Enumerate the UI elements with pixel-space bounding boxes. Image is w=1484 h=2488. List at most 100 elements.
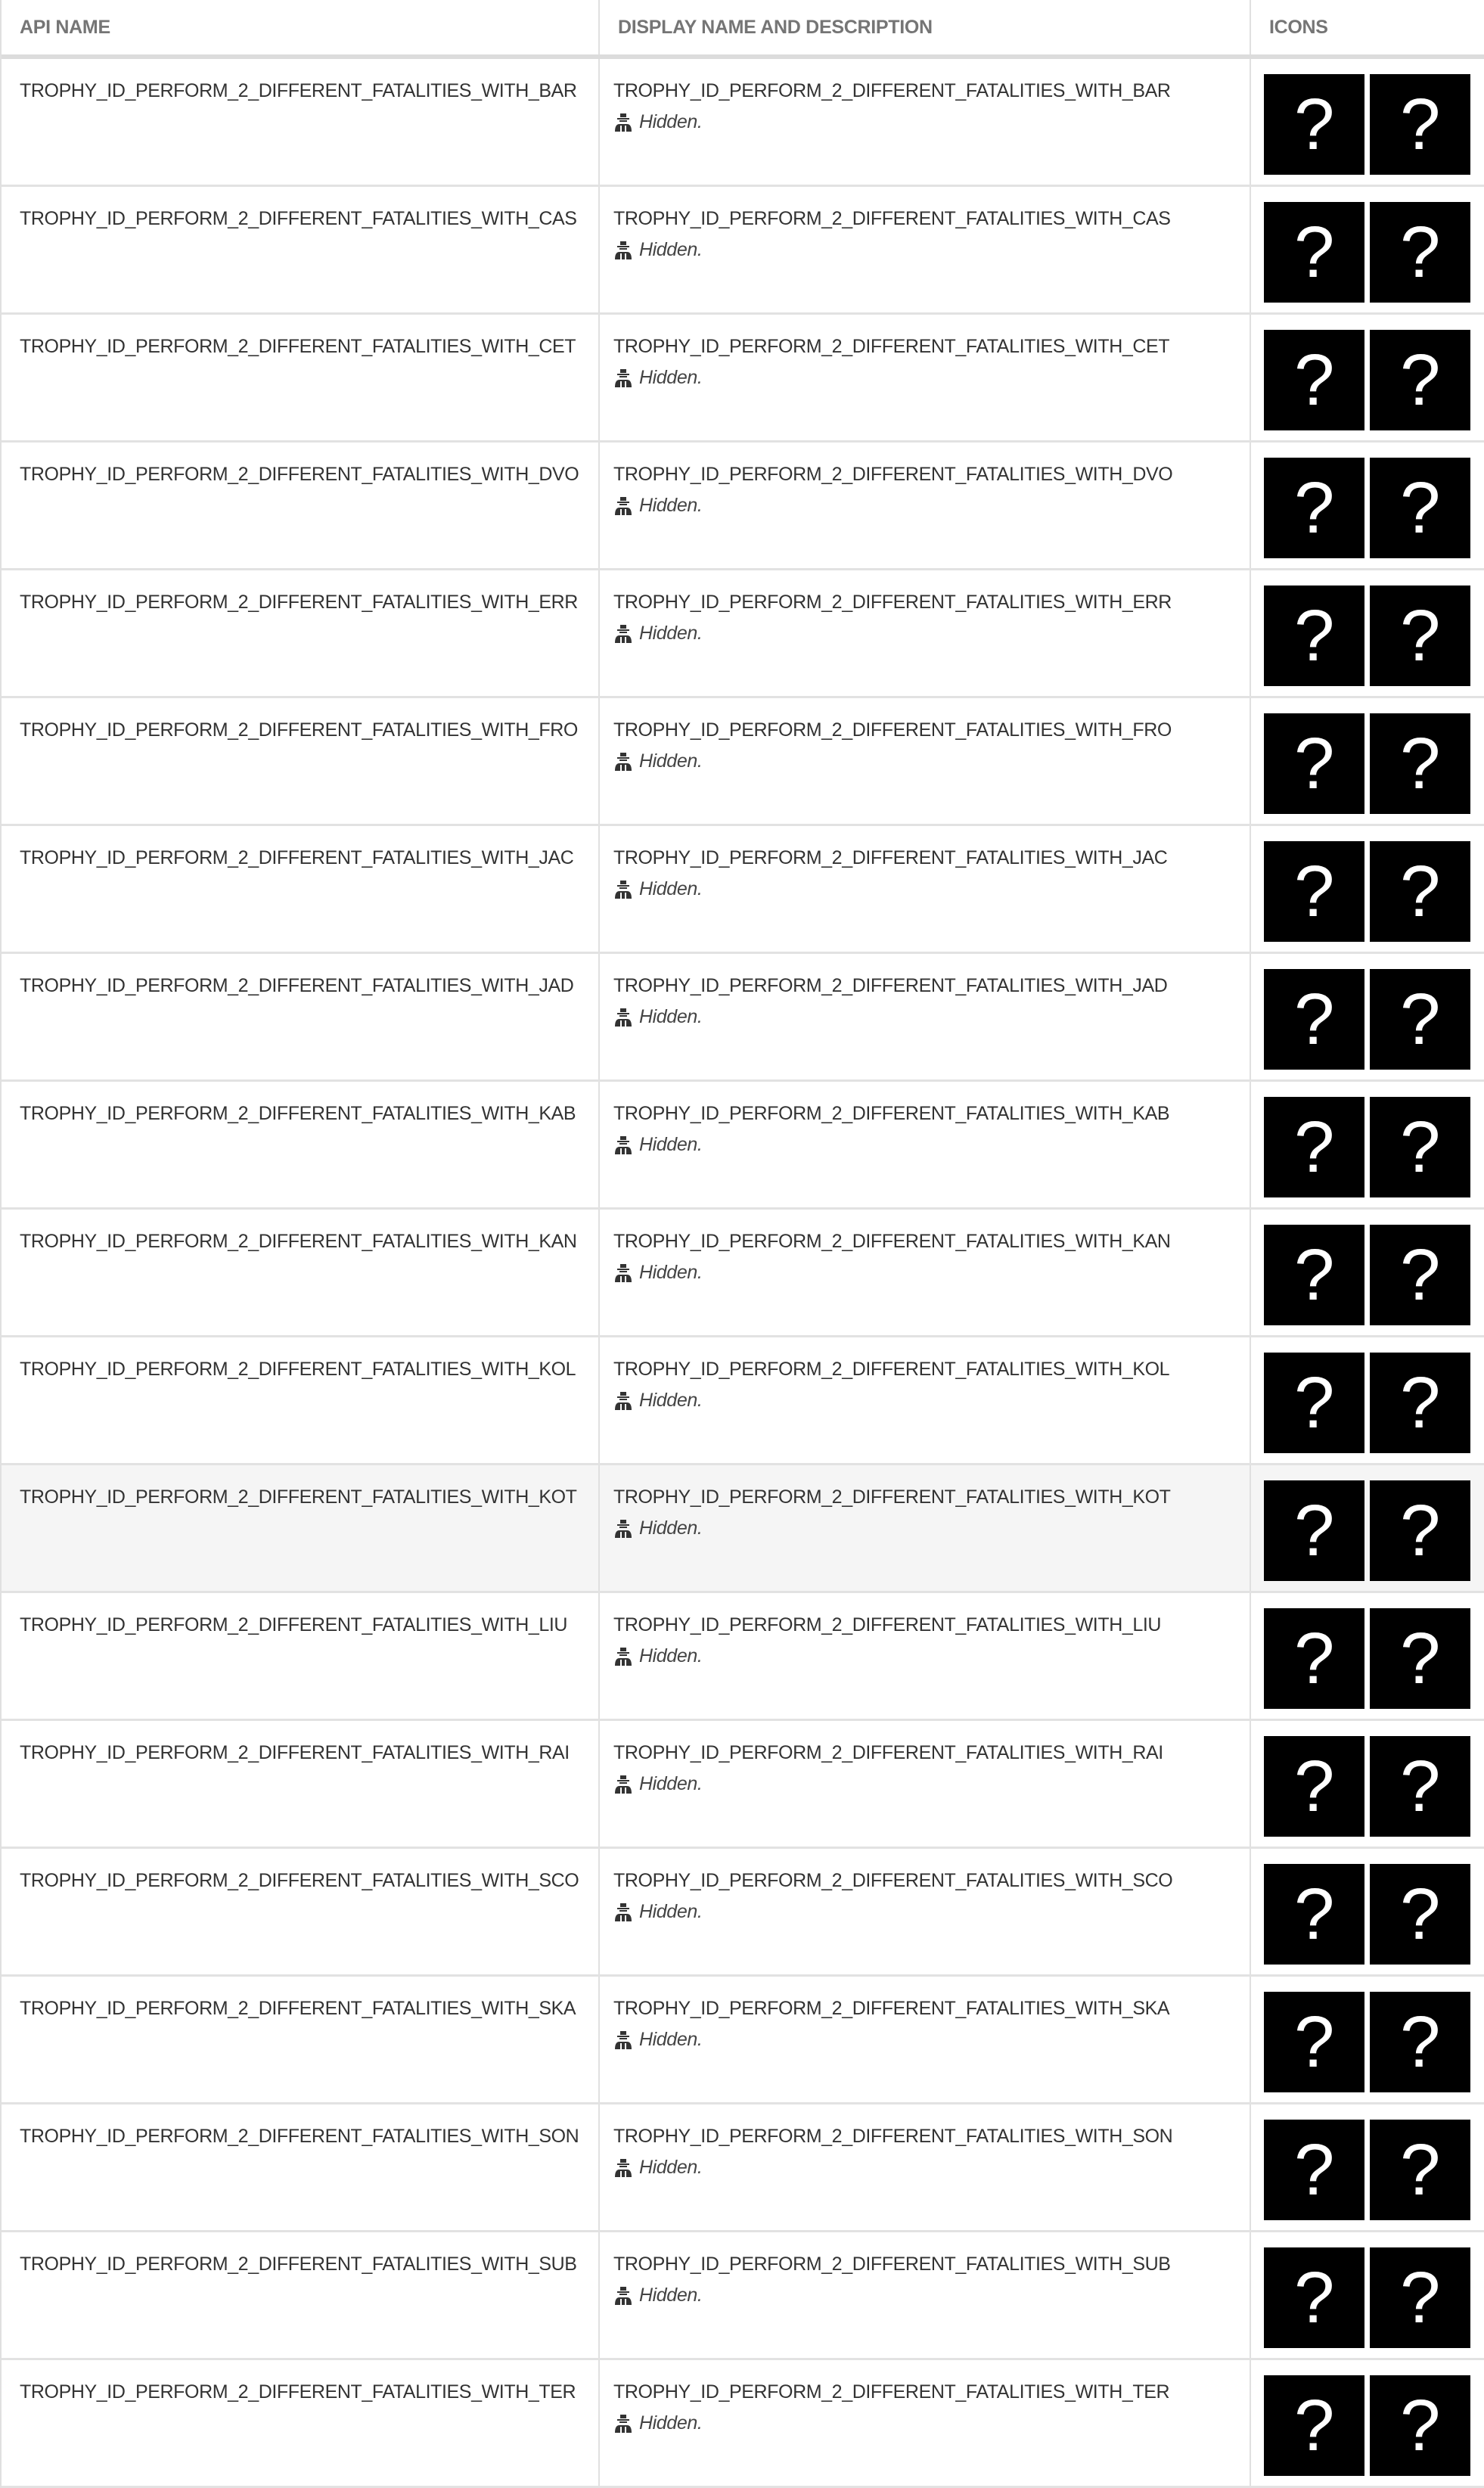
locked-icon-placeholder[interactable]: ? bbox=[1370, 2375, 1470, 2476]
user-secret-icon bbox=[615, 113, 632, 132]
locked-icon-placeholder[interactable]: ? bbox=[1370, 586, 1470, 686]
unlocked-icon-placeholder[interactable]: ? bbox=[1264, 458, 1364, 558]
locked-icon-placeholder[interactable]: ? bbox=[1370, 1225, 1470, 1325]
description: Hidden. bbox=[613, 111, 1250, 133]
locked-icon-placeholder[interactable]: ? bbox=[1370, 1480, 1470, 1581]
unlocked-icon-placeholder[interactable]: ? bbox=[1264, 841, 1364, 942]
locked-icon-placeholder[interactable]: ? bbox=[1370, 330, 1470, 430]
unlocked-icon-placeholder[interactable]: ? bbox=[1264, 2247, 1364, 2348]
api-name-cell: TROPHY_ID_PERFORM_2_DIFFERENT_FATALITIES… bbox=[2, 2360, 600, 2486]
user-secret-icon bbox=[615, 241, 632, 259]
locked-icon-placeholder[interactable]: ? bbox=[1370, 458, 1470, 558]
user-secret-icon bbox=[615, 1263, 632, 1282]
user-secret-icon bbox=[615, 1135, 632, 1154]
display-name: TROPHY_ID_PERFORM_2_DIFFERENT_FATALITIES… bbox=[613, 464, 1173, 485]
unlocked-icon-placeholder[interactable]: ? bbox=[1264, 1864, 1364, 1965]
locked-icon-placeholder[interactable]: ? bbox=[1370, 969, 1470, 1070]
unlocked-icon-placeholder[interactable]: ? bbox=[1264, 202, 1364, 303]
locked-icon-placeholder[interactable]: ? bbox=[1370, 1353, 1470, 1453]
description-text: Hidden. bbox=[639, 239, 703, 260]
api-name-cell: TROPHY_ID_PERFORM_2_DIFFERENT_FATALITIES… bbox=[2, 954, 600, 1079]
api-name: TROPHY_ID_PERFORM_2_DIFFERENT_FATALITIES… bbox=[20, 1231, 577, 1252]
display-cell: TROPHY_ID_PERFORM_2_DIFFERENT_FATALITIES… bbox=[600, 443, 1251, 568]
description: Hidden. bbox=[613, 1262, 1250, 1284]
locked-icon-placeholder[interactable]: ? bbox=[1370, 2247, 1470, 2348]
question-mark-icon: ? bbox=[1294, 595, 1334, 676]
unlocked-icon-placeholder[interactable]: ? bbox=[1264, 74, 1364, 175]
unlocked-icon-placeholder[interactable]: ? bbox=[1264, 2120, 1364, 2220]
question-mark-icon: ? bbox=[1294, 978, 1334, 1060]
icons-cell: ? ? bbox=[1251, 1337, 1484, 1463]
locked-icon-placeholder[interactable]: ? bbox=[1370, 74, 1470, 175]
api-name: TROPHY_ID_PERFORM_2_DIFFERENT_FATALITIES… bbox=[20, 1998, 576, 2019]
unlocked-icon-placeholder[interactable]: ? bbox=[1264, 1225, 1364, 1325]
unlocked-icon-placeholder[interactable]: ? bbox=[1264, 1097, 1364, 1197]
display-cell: TROPHY_ID_PERFORM_2_DIFFERENT_FATALITIES… bbox=[600, 698, 1251, 824]
unlocked-icon-placeholder[interactable]: ? bbox=[1264, 1992, 1364, 2092]
unlocked-icon-placeholder[interactable]: ? bbox=[1264, 1608, 1364, 1709]
display-cell: TROPHY_ID_PERFORM_2_DIFFERENT_FATALITIES… bbox=[600, 2360, 1251, 2486]
unlocked-icon-placeholder[interactable]: ? bbox=[1264, 1353, 1364, 1453]
api-name: TROPHY_ID_PERFORM_2_DIFFERENT_FATALITIES… bbox=[20, 2126, 579, 2147]
table-row: TROPHY_ID_PERFORM_2_DIFFERENT_FATALITIES… bbox=[2, 1337, 1484, 1465]
question-mark-icon: ? bbox=[1294, 1362, 1334, 1443]
locked-icon-placeholder[interactable]: ? bbox=[1370, 713, 1470, 814]
api-name-cell: TROPHY_ID_PERFORM_2_DIFFERENT_FATALITIES… bbox=[2, 1465, 600, 1591]
display-name: TROPHY_ID_PERFORM_2_DIFFERENT_FATALITIES… bbox=[613, 1742, 1163, 1763]
user-secret-icon bbox=[615, 2030, 632, 2049]
locked-icon-placeholder[interactable]: ? bbox=[1370, 202, 1470, 303]
display-name: TROPHY_ID_PERFORM_2_DIFFERENT_FATALITIES… bbox=[613, 847, 1168, 868]
api-name-cell: TROPHY_ID_PERFORM_2_DIFFERENT_FATALITIES… bbox=[2, 1593, 600, 1719]
unlocked-icon-placeholder[interactable]: ? bbox=[1264, 330, 1364, 430]
api-name-cell: TROPHY_ID_PERFORM_2_DIFFERENT_FATALITIES… bbox=[2, 1977, 600, 2102]
unlocked-icon-placeholder[interactable]: ? bbox=[1264, 1480, 1364, 1581]
user-secret-icon bbox=[615, 1008, 632, 1027]
description-text: Hidden. bbox=[639, 1901, 703, 1922]
table-row: TROPHY_ID_PERFORM_2_DIFFERENT_FATALITIES… bbox=[2, 1849, 1484, 1977]
display-name: TROPHY_ID_PERFORM_2_DIFFERENT_FATALITIES… bbox=[613, 975, 1168, 996]
question-mark-icon: ? bbox=[1294, 722, 1334, 804]
question-mark-icon: ? bbox=[1294, 1234, 1334, 1315]
display-cell: TROPHY_ID_PERFORM_2_DIFFERENT_FATALITIES… bbox=[600, 1210, 1251, 1335]
header-display-name[interactable]: DISPLAY NAME AND DESCRIPTION bbox=[600, 0, 1251, 54]
icons-cell: ? ? bbox=[1251, 187, 1484, 312]
table-row: TROPHY_ID_PERFORM_2_DIFFERENT_FATALITIES… bbox=[2, 826, 1484, 954]
display-cell: TROPHY_ID_PERFORM_2_DIFFERENT_FATALITIES… bbox=[600, 1082, 1251, 1207]
icons-cell: ? ? bbox=[1251, 1721, 1484, 1847]
unlocked-icon-placeholder[interactable]: ? bbox=[1264, 586, 1364, 686]
user-secret-icon bbox=[615, 2414, 632, 2433]
question-mark-icon: ? bbox=[1400, 1106, 1440, 1188]
question-mark-icon: ? bbox=[1400, 1873, 1440, 1955]
question-mark-icon: ? bbox=[1400, 2257, 1440, 2338]
table-header: API NAME DISPLAY NAME AND DESCRIPTION IC… bbox=[2, 0, 1484, 59]
unlocked-icon-placeholder[interactable]: ? bbox=[1264, 2375, 1364, 2476]
locked-icon-placeholder[interactable]: ? bbox=[1370, 1992, 1470, 2092]
api-name-cell: TROPHY_ID_PERFORM_2_DIFFERENT_FATALITIES… bbox=[2, 1337, 600, 1463]
locked-icon-placeholder[interactable]: ? bbox=[1370, 841, 1470, 942]
question-mark-icon: ? bbox=[1400, 595, 1440, 676]
locked-icon-placeholder[interactable]: ? bbox=[1370, 1864, 1470, 1965]
locked-icon-placeholder[interactable]: ? bbox=[1370, 2120, 1470, 2220]
question-mark-icon: ? bbox=[1294, 1617, 1334, 1699]
description: Hidden. bbox=[613, 2285, 1250, 2306]
locked-icon-placeholder[interactable]: ? bbox=[1370, 1736, 1470, 1837]
header-api-name[interactable]: API NAME bbox=[2, 0, 600, 54]
user-secret-icon bbox=[615, 368, 632, 387]
api-name: TROPHY_ID_PERFORM_2_DIFFERENT_FATALITIES… bbox=[20, 1870, 579, 1891]
locked-icon-placeholder[interactable]: ? bbox=[1370, 1608, 1470, 1709]
api-name-cell: TROPHY_ID_PERFORM_2_DIFFERENT_FATALITIES… bbox=[2, 698, 600, 824]
api-name: TROPHY_ID_PERFORM_2_DIFFERENT_FATALITIES… bbox=[20, 847, 574, 868]
display-cell: TROPHY_ID_PERFORM_2_DIFFERENT_FATALITIES… bbox=[600, 954, 1251, 1079]
header-icons[interactable]: ICONS bbox=[1251, 0, 1484, 54]
unlocked-icon-placeholder[interactable]: ? bbox=[1264, 1736, 1364, 1837]
description-text: Hidden. bbox=[639, 2029, 703, 2050]
description-text: Hidden. bbox=[639, 495, 703, 516]
locked-icon-placeholder[interactable]: ? bbox=[1370, 1097, 1470, 1197]
achievements-table: API NAME DISPLAY NAME AND DESCRIPTION IC… bbox=[0, 0, 1484, 2488]
api-name-cell: TROPHY_ID_PERFORM_2_DIFFERENT_FATALITIES… bbox=[2, 570, 600, 696]
unlocked-icon-placeholder[interactable]: ? bbox=[1264, 713, 1364, 814]
unlocked-icon-placeholder[interactable]: ? bbox=[1264, 969, 1364, 1070]
api-name-cell: TROPHY_ID_PERFORM_2_DIFFERENT_FATALITIES… bbox=[2, 1210, 600, 1335]
icons-cell: ? ? bbox=[1251, 1210, 1484, 1335]
description: Hidden. bbox=[613, 623, 1250, 645]
